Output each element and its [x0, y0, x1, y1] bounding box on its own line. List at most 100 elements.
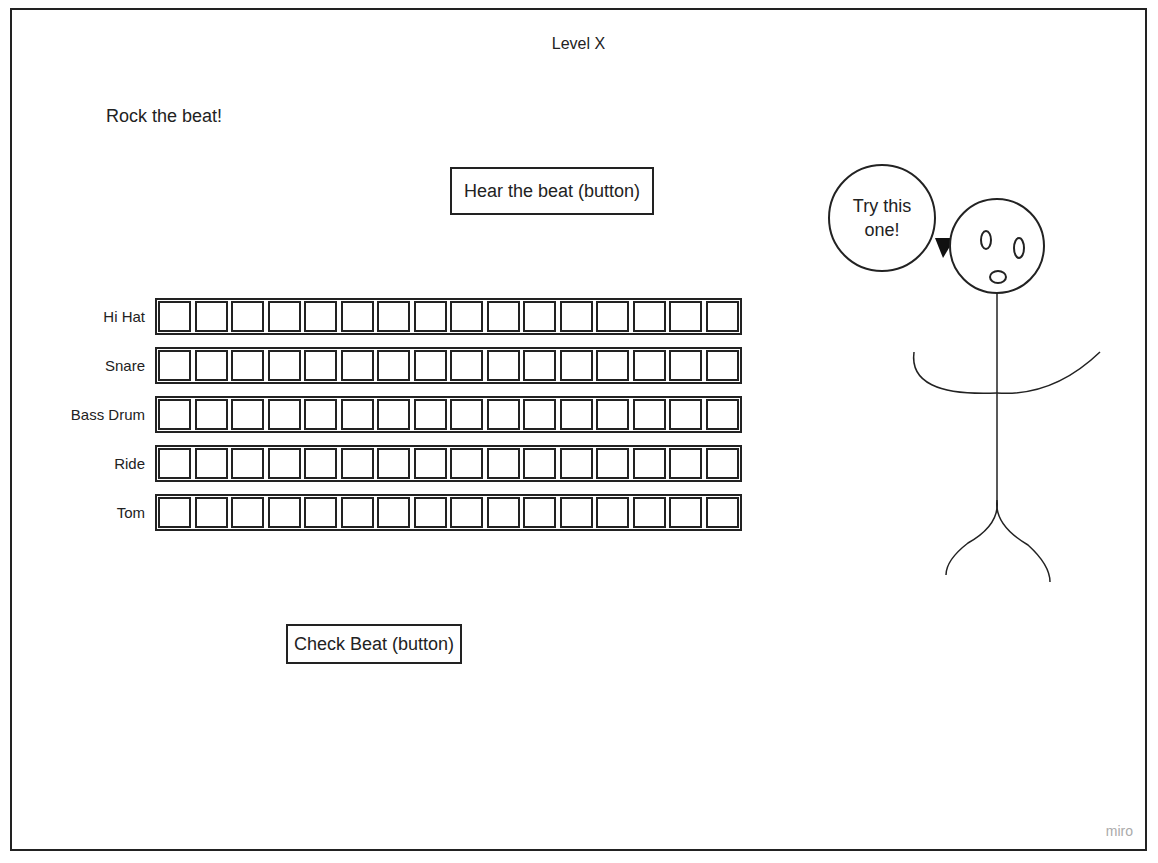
- step-cell[interactable]: [158, 497, 191, 528]
- step-row: [155, 298, 742, 335]
- step-cell[interactable]: [377, 448, 410, 479]
- step-cell[interactable]: [341, 301, 374, 332]
- step-cell[interactable]: [377, 301, 410, 332]
- prompt-text: Rock the beat!: [12, 105, 772, 127]
- step-cell[interactable]: [195, 448, 228, 479]
- step-row: [155, 445, 742, 482]
- step-cell[interactable]: [596, 497, 629, 528]
- step-cell[interactable]: [158, 350, 191, 381]
- step-cell[interactable]: [560, 301, 593, 332]
- step-cell[interactable]: [268, 448, 301, 479]
- step-cell[interactable]: [523, 301, 556, 332]
- step-cell[interactable]: [523, 497, 556, 528]
- step-cell[interactable]: [669, 301, 702, 332]
- step-row: [155, 396, 742, 433]
- step-cell[interactable]: [450, 301, 483, 332]
- step-cell[interactable]: [377, 350, 410, 381]
- speech-bubble: Try this one!: [828, 164, 936, 272]
- step-cell[interactable]: [341, 497, 374, 528]
- step-cell[interactable]: [669, 350, 702, 381]
- step-cell[interactable]: [304, 301, 337, 332]
- step-cell[interactable]: [414, 448, 447, 479]
- step-cell[interactable]: [487, 399, 520, 430]
- step-cell[interactable]: [706, 301, 739, 332]
- step-cell[interactable]: [487, 301, 520, 332]
- step-cell[interactable]: [633, 399, 666, 430]
- step-cell[interactable]: [195, 350, 228, 381]
- step-cell[interactable]: [523, 399, 556, 430]
- step-cell[interactable]: [195, 399, 228, 430]
- step-cell[interactable]: [414, 399, 447, 430]
- step-cell[interactable]: [706, 497, 739, 528]
- step-cell[interactable]: [560, 350, 593, 381]
- step-cell[interactable]: [487, 497, 520, 528]
- step-cell[interactable]: [669, 399, 702, 430]
- step-cell[interactable]: [523, 350, 556, 381]
- step-cell[interactable]: [414, 497, 447, 528]
- step-cell[interactable]: [231, 350, 264, 381]
- step-cell[interactable]: [195, 497, 228, 528]
- step-cell[interactable]: [341, 399, 374, 430]
- hear-beat-button[interactable]: Hear the beat (button): [450, 167, 654, 215]
- step-cell[interactable]: [231, 399, 264, 430]
- step-cell[interactable]: [633, 497, 666, 528]
- step-cell[interactable]: [523, 448, 556, 479]
- step-cell[interactable]: [487, 448, 520, 479]
- step-cell[interactable]: [341, 350, 374, 381]
- step-cell[interactable]: [231, 301, 264, 332]
- step-cell[interactable]: [414, 350, 447, 381]
- step-cell[interactable]: [487, 350, 520, 381]
- track-label: Tom: [12, 504, 145, 521]
- step-cell[interactable]: [560, 399, 593, 430]
- step-cell[interactable]: [560, 448, 593, 479]
- step-cell[interactable]: [669, 497, 702, 528]
- step-cell[interactable]: [596, 301, 629, 332]
- step-cell[interactable]: [706, 399, 739, 430]
- step-cell[interactable]: [341, 448, 374, 479]
- step-cell[interactable]: [450, 350, 483, 381]
- track-label: Snare: [12, 357, 145, 374]
- check-beat-button[interactable]: Check Beat (button): [286, 624, 462, 664]
- character: Try this one!: [828, 165, 1118, 590]
- step-cell[interactable]: [268, 497, 301, 528]
- track-label: Hi Hat: [12, 308, 145, 325]
- step-cell[interactable]: [304, 448, 337, 479]
- step-cell[interactable]: [596, 399, 629, 430]
- watermark: miro: [1106, 823, 1133, 839]
- step-cell[interactable]: [158, 301, 191, 332]
- level-screen: Level X Rock the beat! Hear the beat (butt…: [10, 8, 1147, 851]
- step-cell[interactable]: [158, 399, 191, 430]
- step-cell[interactable]: [231, 448, 264, 479]
- step-cell[interactable]: [268, 350, 301, 381]
- step-cell[interactable]: [231, 497, 264, 528]
- step-cell[interactable]: [377, 399, 410, 430]
- track-label: Bass Drum: [12, 406, 145, 423]
- step-cell[interactable]: [377, 497, 410, 528]
- step-cell[interactable]: [633, 448, 666, 479]
- step-cell[interactable]: [596, 448, 629, 479]
- step-cell[interactable]: [195, 301, 228, 332]
- step-cell[interactable]: [158, 448, 191, 479]
- step-cell[interactable]: [268, 399, 301, 430]
- step-cell[interactable]: [304, 497, 337, 528]
- track-label: Ride: [12, 455, 145, 472]
- step-cell[interactable]: [596, 350, 629, 381]
- track-row: Snare: [12, 347, 772, 384]
- step-cell[interactable]: [450, 448, 483, 479]
- step-cell[interactable]: [706, 448, 739, 479]
- step-cell[interactable]: [450, 399, 483, 430]
- step-cell[interactable]: [414, 301, 447, 332]
- step-cell[interactable]: [560, 497, 593, 528]
- beat-grid: Hi Hat Snare Bass Drum Ride Tom: [12, 298, 772, 531]
- step-cell[interactable]: [304, 350, 337, 381]
- step-cell[interactable]: [450, 497, 483, 528]
- track-row: Tom: [12, 494, 772, 531]
- step-cell[interactable]: [633, 350, 666, 381]
- step-cell[interactable]: [706, 350, 739, 381]
- step-cell[interactable]: [633, 301, 666, 332]
- step-cell[interactable]: [268, 301, 301, 332]
- level-title: Level X: [12, 10, 1145, 54]
- track-row: Bass Drum: [12, 396, 772, 433]
- step-cell[interactable]: [304, 399, 337, 430]
- step-cell[interactable]: [669, 448, 702, 479]
